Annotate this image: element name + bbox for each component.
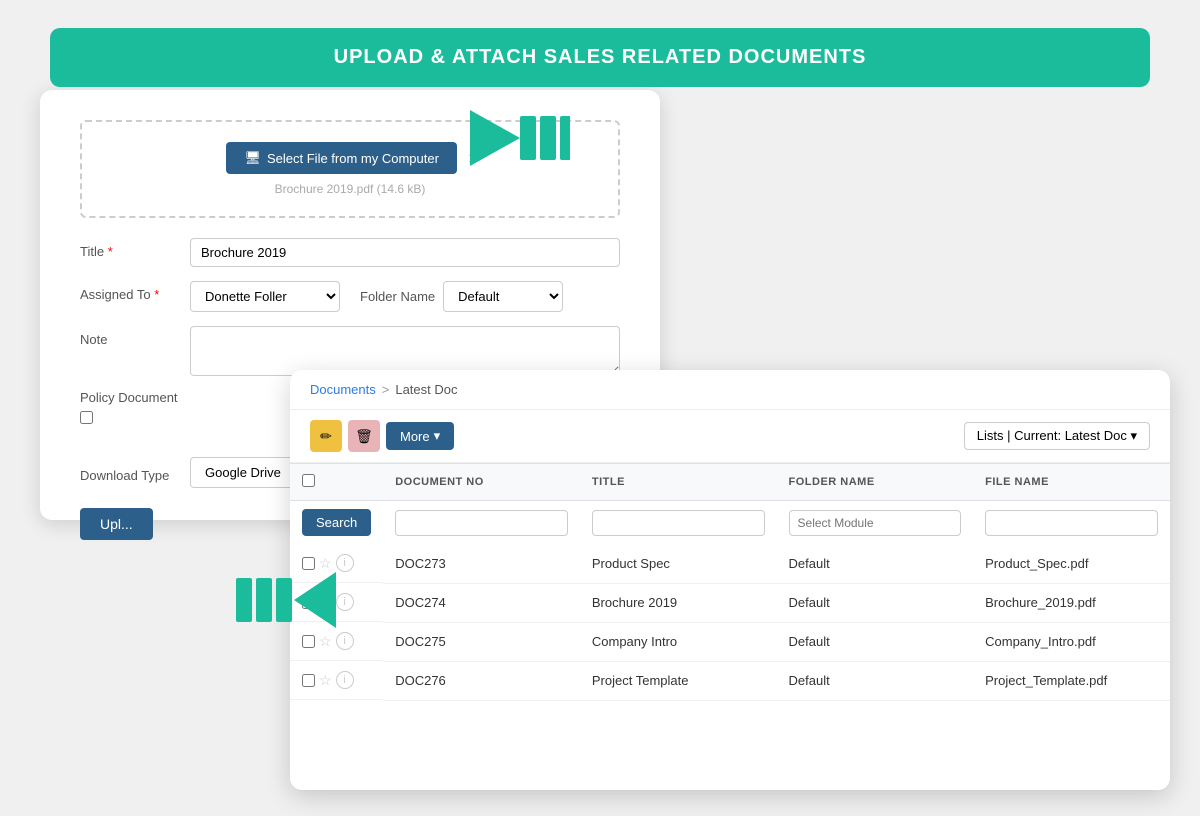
row-folder-1: Default — [777, 583, 974, 622]
row-title-1: Brochure 2019 — [580, 583, 777, 622]
select-module-input[interactable] — [789, 510, 962, 536]
toolbar-left: ✏ 🗑 More ▾ — [310, 420, 454, 452]
header-title: TITLE — [580, 464, 777, 501]
star-icon-3[interactable]: ☆ — [319, 672, 332, 689]
note-textarea[interactable] — [190, 326, 620, 376]
table-body: ☆ i DOC273 Product Spec Default Product_… — [290, 544, 1170, 700]
search-btn-cell: Search — [290, 501, 383, 545]
search-docno-cell — [383, 501, 580, 545]
info-icon-0[interactable]: i — [336, 554, 354, 572]
more-button[interactable]: More ▾ — [386, 422, 454, 450]
title-label: Title * — [80, 238, 190, 259]
folder-name-label: Folder Name — [360, 289, 435, 304]
breadcrumb-bar: Documents > Latest Doc — [290, 370, 1170, 410]
row-folder-0: Default — [777, 544, 974, 583]
info-icon-2[interactable]: i — [336, 632, 354, 650]
edit-button[interactable]: ✏ — [310, 420, 342, 452]
toolbar-bar: ✏ 🗑 More ▾ Lists | Current: Latest Doc ▾ — [290, 410, 1170, 463]
title-row: Title * — [80, 238, 620, 267]
chevron-down-icon: ▾ — [434, 428, 441, 444]
assigned-label: Assigned To * — [80, 281, 190, 302]
table-card: Documents > Latest Doc ✏ 🗑 More ▾ Lists … — [290, 370, 1170, 790]
search-filename-input[interactable] — [985, 510, 1158, 536]
row-checkbox-3[interactable] — [302, 674, 315, 687]
header-doc-no: DOCUMENT NO — [383, 464, 580, 501]
search-folder-cell — [777, 501, 974, 545]
policy-section — [80, 407, 300, 424]
row-title-3: Project Template — [580, 661, 777, 700]
header-checkbox-col — [290, 464, 383, 501]
row-title-2: Company Intro — [580, 622, 777, 661]
table-row: ☆ i DOC273 Product Spec Default Product_… — [290, 544, 1170, 583]
banner-text: UPLOAD & ATTACH SALES RELATED DOCUMENTS — [334, 46, 867, 68]
policy-label: Policy Document — [80, 390, 190, 405]
toolbar-right: Lists | Current: Latest Doc ▾ — [964, 422, 1150, 450]
download-label: Download Type — [80, 462, 190, 483]
breadcrumb-latest-doc: Latest Doc — [395, 382, 457, 397]
star-icon-2[interactable]: ☆ — [319, 633, 332, 650]
info-icon-1[interactable]: i — [336, 593, 354, 611]
main-container: UPLOAD & ATTACH SALES RELATED DOCUMENTS … — [0, 0, 1200, 816]
assigned-folder-row: Assigned To * Donette Foller Folder Name… — [80, 281, 620, 312]
row-folder-2: Default — [777, 622, 974, 661]
select-all-checkbox[interactable] — [302, 474, 315, 487]
folder-select[interactable]: Default — [443, 281, 563, 312]
row-folder-3: Default — [777, 661, 974, 700]
row-controls-3: ☆ i — [290, 661, 383, 700]
table-row: ☆ i DOC274 Brochure 2019 Default Brochur… — [290, 583, 1170, 622]
row-docno-0: DOC273 — [383, 544, 580, 583]
star-icon-0[interactable]: ☆ — [319, 555, 332, 572]
row-docno-3: DOC276 — [383, 661, 580, 700]
note-row: Note — [80, 326, 620, 376]
table-header-row: DOCUMENT NO TITLE FOLDER NAME FILE NAME — [290, 464, 1170, 501]
row-checkbox-0[interactable] — [302, 557, 315, 570]
table-arrow — [236, 570, 336, 633]
assigned-select[interactable]: Donette Foller — [190, 281, 340, 312]
file-hint: Brochure 2019.pdf (14.6 kB) — [102, 182, 598, 196]
search-docno-input[interactable] — [395, 510, 568, 536]
banner: UPLOAD & ATTACH SALES RELATED DOCUMENTS — [50, 28, 1150, 87]
title-input[interactable] — [190, 238, 620, 267]
monitor-icon: 🖥 — [244, 150, 261, 166]
search-button[interactable]: Search — [302, 509, 371, 536]
delete-button[interactable]: 🗑 — [348, 420, 380, 452]
note-label: Note — [80, 326, 190, 347]
breadcrumb-separator: > — [382, 382, 390, 397]
dropdown-icon: ▾ — [1130, 428, 1137, 443]
breadcrumb-documents[interactable]: Documents — [310, 382, 376, 397]
search-title-input[interactable] — [592, 510, 765, 536]
row-file-2: Company_Intro.pdf — [973, 622, 1170, 661]
row-file-0: Product_Spec.pdf — [973, 544, 1170, 583]
search-filename-cell — [973, 501, 1170, 545]
row-file-1: Brochure_2019.pdf — [973, 583, 1170, 622]
lists-current-button[interactable]: Lists | Current: Latest Doc ▾ — [964, 422, 1150, 450]
table-row: ☆ i DOC276 Project Template Default Proj… — [290, 661, 1170, 700]
documents-table: DOCUMENT NO TITLE FOLDER NAME FILE NAME — [290, 463, 1170, 701]
row-docno-2: DOC275 — [383, 622, 580, 661]
header-folder-name: FOLDER NAME — [777, 464, 974, 501]
search-title-cell — [580, 501, 777, 545]
table-row: ☆ i DOC275 Company Intro Default Company… — [290, 622, 1170, 661]
policy-checkbox[interactable] — [80, 411, 93, 424]
header-file-name: FILE NAME — [973, 464, 1170, 501]
row-title-0: Product Spec — [580, 544, 777, 583]
select-file-button[interactable]: 🖥 Select File from my Computer — [226, 142, 456, 174]
row-docno-1: DOC274 — [383, 583, 580, 622]
row-file-3: Project_Template.pdf — [973, 661, 1170, 700]
search-row: Search — [290, 501, 1170, 545]
row-checkbox-2[interactable] — [302, 635, 315, 648]
info-icon-3[interactable]: i — [336, 671, 354, 689]
upload-arrow — [440, 108, 570, 171]
upload-submit-button[interactable]: Upl... — [80, 508, 153, 540]
